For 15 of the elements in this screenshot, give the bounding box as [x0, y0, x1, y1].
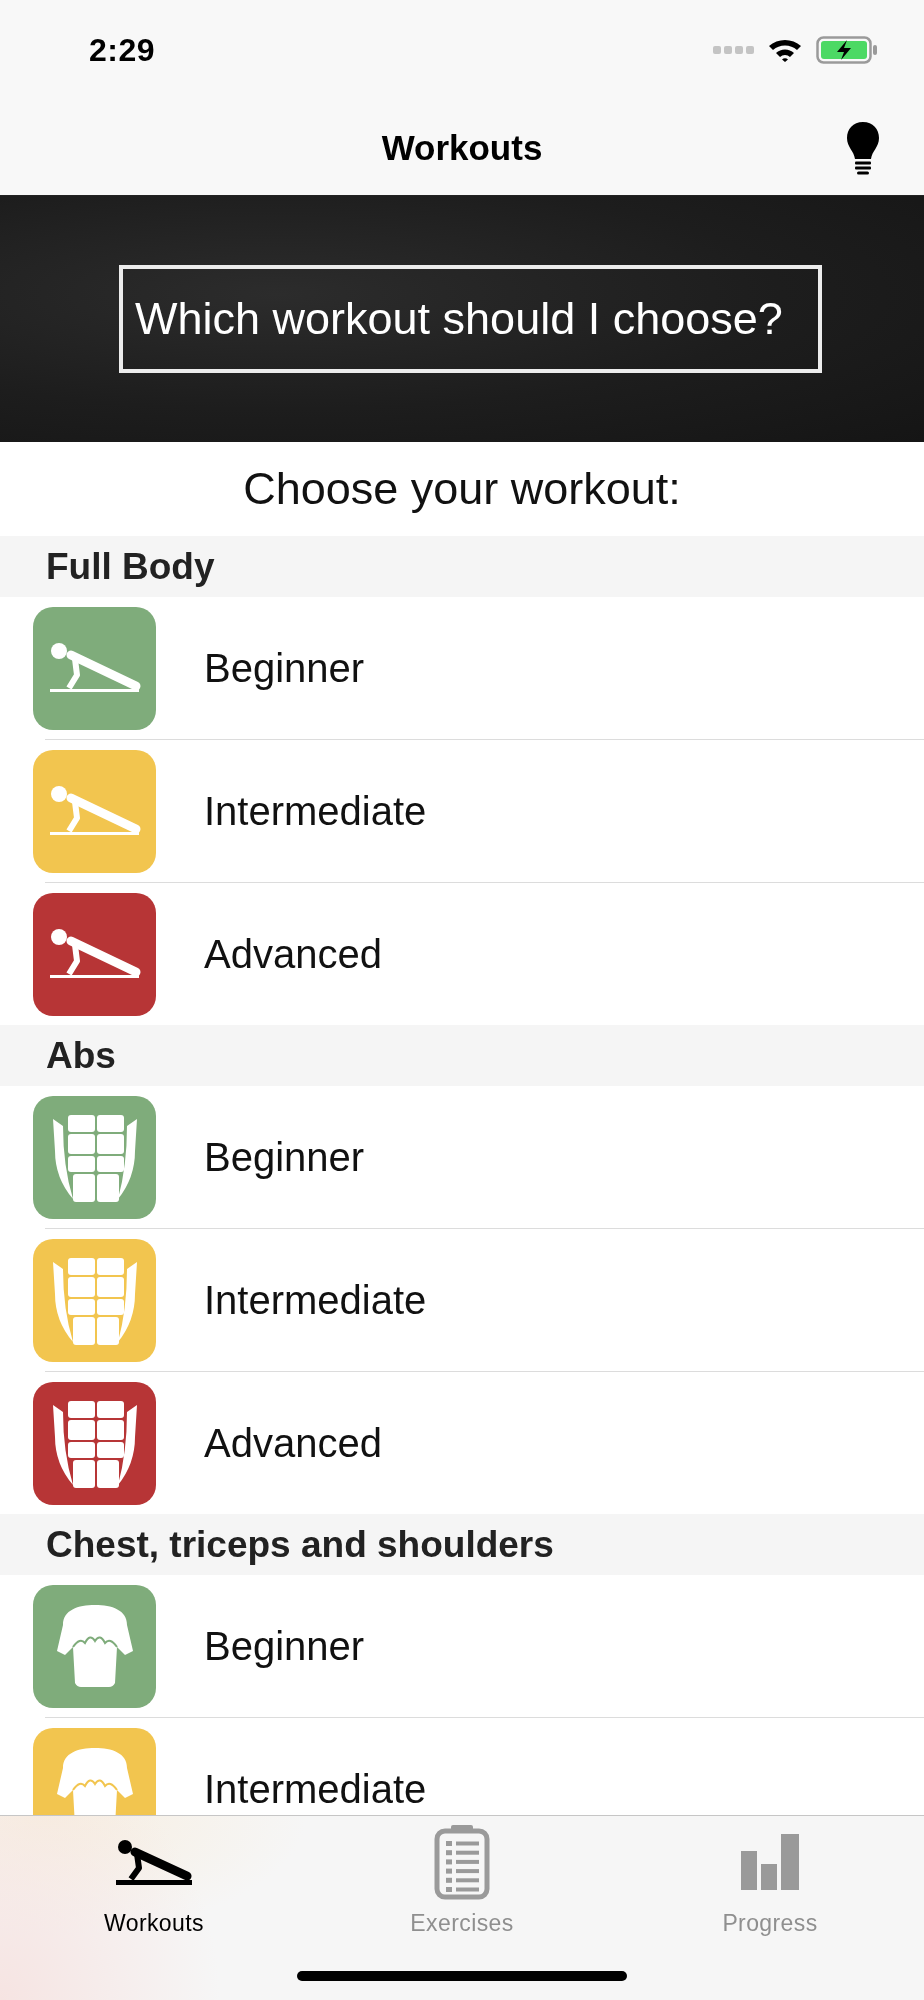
clipboard-icon	[434, 1824, 490, 1900]
bar-chart-icon	[741, 1834, 799, 1890]
signal-icon	[713, 46, 754, 54]
wifi-icon	[768, 38, 802, 62]
pushup-icon	[116, 1839, 192, 1885]
nav-title: Workouts	[381, 127, 543, 168]
banner-button[interactable]: Which workout should I choose?	[119, 265, 822, 373]
lightbulb-icon[interactable]	[846, 120, 880, 175]
tab-item[interactable]: Workouts	[104, 1824, 204, 1937]
list-heading: Choose your workout:	[243, 463, 681, 515]
section-header: Chest, triceps and shoulders	[0, 1514, 924, 1575]
section-header: Abs	[0, 1025, 924, 1086]
battery-icon	[816, 36, 878, 64]
section-header: Full Body	[0, 536, 924, 597]
status-time: 2:29	[89, 31, 156, 69]
